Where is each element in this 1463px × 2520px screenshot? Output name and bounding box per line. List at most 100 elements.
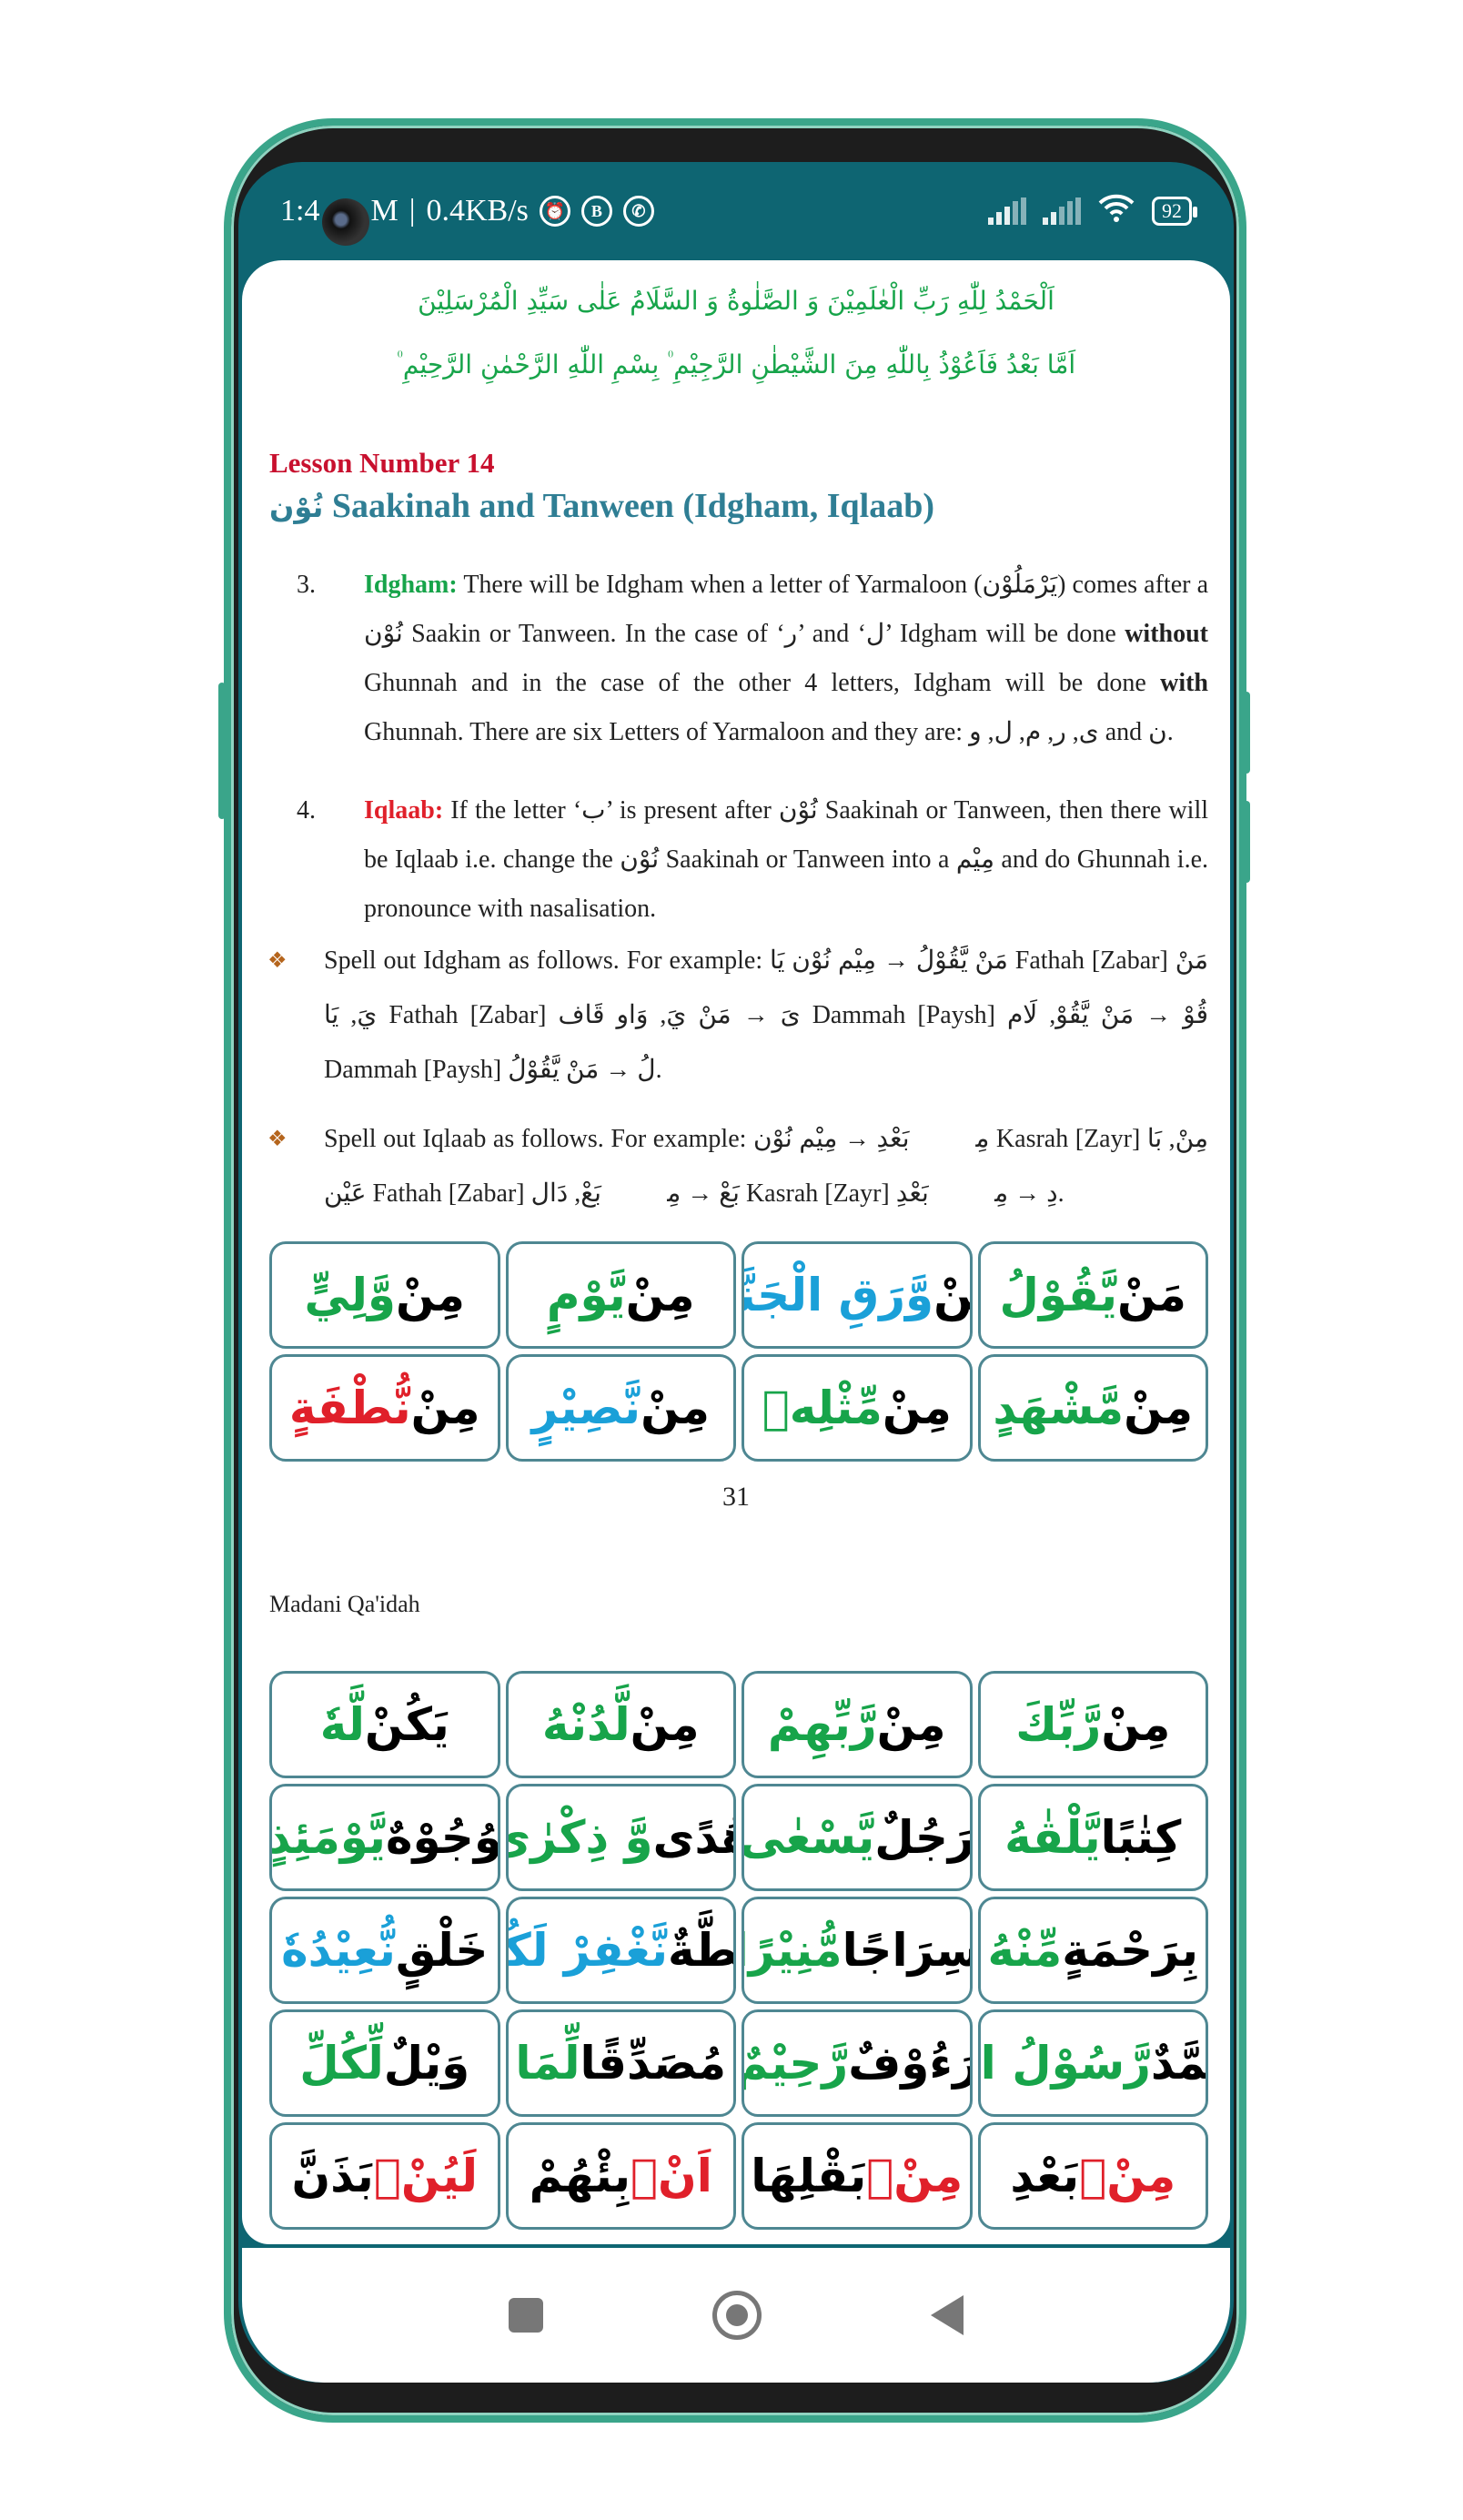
cell-word: مَنْ xyxy=(1117,1269,1186,1321)
grid-cell[interactable]: مُصَدِّقًا لِّمَا xyxy=(505,2009,736,2117)
cell-word: وَيْلٌ xyxy=(383,2037,470,2090)
back-triangle-icon[interactable] xyxy=(931,2295,964,2335)
title-arabic: نُوْن xyxy=(269,490,324,524)
emphasis: with xyxy=(1160,669,1208,697)
cell-word: لَّدُنْهُ xyxy=(541,1698,631,1751)
cell-word: مِنْ xyxy=(1101,1698,1171,1751)
grid-cell[interactable]: مِنْ نَّصِيْرٍ xyxy=(505,1354,736,1462)
cell-word: نَّغْفِرْ لَكُمْ xyxy=(505,1924,668,1977)
cell-word: رَّحِيْمٌ xyxy=(742,2037,849,2090)
alarm-icon: ⏰ xyxy=(539,196,570,227)
cell-word: مِنْ xyxy=(1124,1381,1194,1434)
cell-word: مُّنِيْرًا xyxy=(742,1924,842,1977)
recents-square-icon[interactable] xyxy=(509,2298,543,2333)
paragraph-number: 4. xyxy=(297,796,316,825)
grid-cell[interactable]: مِنْ رَّبِّكَ xyxy=(977,1671,1208,1778)
grid-cell[interactable]: رَجُلٌ يَّسْعٰى xyxy=(742,1784,973,1891)
example-grid-1: مَنْ يَّقُوْلُمِنْ وَّرَقِ الْجَنَّةِمِن… xyxy=(269,1241,1208,1462)
grid-cell[interactable]: مِنْۢ بَقْلِهَا xyxy=(742,2122,973,2230)
grid-cell[interactable]: لَيُنْۢ بَذَنَّ xyxy=(269,2122,500,2230)
cell-word: وُجُوْهٌ xyxy=(385,1811,500,1864)
grid-cell[interactable]: هُدًى وَّ ذِكْرٰى xyxy=(505,1784,736,1891)
grid-cell[interactable]: مَنْ يَّقُوْلُ xyxy=(977,1241,1208,1349)
wifi-icon xyxy=(1097,192,1135,231)
term-idgham: Idgham: xyxy=(364,571,458,599)
phone-side-button xyxy=(218,683,226,819)
grid-cell[interactable]: وُجُوْهٌ يَّوْمَئِذٍ xyxy=(269,1784,500,1891)
bullet-text: Spell out Idgham as follows. For example… xyxy=(324,946,1208,1084)
cell-word: يَّوْمٍ xyxy=(546,1269,626,1321)
cell-word: حِطَّةٌ xyxy=(667,1924,736,1977)
grid-cell[interactable]: كِتٰبًا يَّلْقٰهُ xyxy=(977,1784,1208,1891)
grid-cell[interactable]: مِنْ رَّبِّهِمْ xyxy=(742,1671,973,1778)
title-text: Saakinah and Tanween (Idgham, Iqlaab) xyxy=(331,487,934,525)
signal-icon xyxy=(988,197,1026,225)
grid-cell[interactable]: سِرَاجًا مُّنِيْرًا xyxy=(742,1897,973,2004)
grid-cell[interactable]: رَءُوْفٌ رَّحِيْمٌ xyxy=(742,2009,973,2117)
whatsapp-icon: ✆ xyxy=(622,196,654,227)
screen: 1:4 M | 0.4KB/s ⏰ B ✆ 92 اَلْحَمْدُ لِلّٰ… xyxy=(238,162,1234,2383)
page-number: 31 xyxy=(722,1482,750,1512)
network-speed: 0.4KB/s xyxy=(426,194,529,228)
cell-word: رَّبِّهِمْ xyxy=(767,1698,877,1751)
cell-word: اَنْۢ xyxy=(631,2150,712,2202)
cell-word: لَيُنْۢ xyxy=(373,2150,479,2202)
grid-cell[interactable]: يَكُنْ لَّهٗ xyxy=(269,1671,500,1778)
grid-cell[interactable]: مِنْۢ بَعْدِ xyxy=(977,2122,1208,2230)
cell-word: رَجُلٌ xyxy=(874,1811,973,1864)
grid-cell[interactable]: مِنْ وَّلِيٍّ xyxy=(269,1241,500,1349)
cell-word: يَكُنْ xyxy=(364,1698,449,1751)
cell-word: لَّهٗ xyxy=(319,1698,365,1751)
grid-cell[interactable]: مِنْ مَّشْهَدٍ xyxy=(977,1354,1208,1462)
page-content[interactable]: اَلْحَمْدُ لِلّٰهِ رَبِّ الْعٰلَمِيْنَ و… xyxy=(242,260,1230,2244)
cell-word: مِنْ xyxy=(625,1269,695,1321)
grid-cell[interactable]: مِنْ نُّطْفَةٍ xyxy=(269,1354,500,1462)
cell-word: مُصَدِّقًا xyxy=(580,2037,727,2090)
book-label: Madani Qa'idah xyxy=(269,1591,420,1617)
cell-word: مَّشْهَدٍ xyxy=(993,1381,1125,1434)
cell-word: مِنْ xyxy=(933,1269,973,1321)
grid-cell[interactable]: خَلْقٍ نُّعِيْدُهٗ xyxy=(269,1897,500,2004)
paragraph-idgham: 3. Idgham: There will be Idgham when a l… xyxy=(297,561,1208,757)
home-circle-icon[interactable] xyxy=(712,2291,762,2340)
cell-word: مِنْ xyxy=(641,1381,711,1434)
bullet-idgham: ❖ Spell out Idgham as follows. For examp… xyxy=(267,934,1208,1098)
cell-word: يَّقُوْلُ xyxy=(999,1269,1118,1321)
battery-icon: 92 xyxy=(1152,197,1197,226)
cell-word: كِتٰبًا xyxy=(1100,1811,1182,1864)
clock-suffix: M xyxy=(370,194,399,228)
cell-word: سِرَاجًا xyxy=(842,1924,973,1977)
cell-word: مِّثْلِهٖ xyxy=(762,1381,883,1434)
cell-word: يَّوْمَئِذٍ xyxy=(269,1811,386,1864)
cell-word: مِنْ xyxy=(882,1381,952,1434)
cell-word: نُّطْفَةٍ xyxy=(288,1381,411,1434)
grid-cell[interactable]: مِنْ يَّوْمٍ xyxy=(505,1241,736,1349)
navigation-bar xyxy=(242,2248,1230,2383)
grid-cell[interactable]: بِرَحْمَةٍ مِّنْهُ xyxy=(977,1897,1208,2004)
emphasis: without xyxy=(1125,620,1208,648)
grid-cell[interactable]: حِطَّةٌ نَّغْفِرْ لَكُمْ xyxy=(505,1897,736,2004)
cell-word: بَقْلِهَا xyxy=(751,2150,867,2202)
grid-cell[interactable]: اَنْۢ بِئْهُمْ xyxy=(505,2122,736,2230)
lesson-number: Lesson Number 14 xyxy=(269,447,495,479)
volume-up-button xyxy=(1243,692,1250,774)
cell-word: لِّكُلِّ xyxy=(299,2037,384,2090)
grid-cell[interactable]: وَيْلٌ لِّكُلِّ xyxy=(269,2009,500,2117)
grid-cell[interactable]: مُحَمَّدٌ رَّسُوْلُ اللّٰهِ xyxy=(977,2009,1208,2117)
term-iqlaab: Iqlaab: xyxy=(364,796,444,825)
grid-cell[interactable]: مِنْ مِّثْلِهٖ xyxy=(742,1354,973,1462)
cell-word: بَعْدِ xyxy=(1010,2150,1080,2202)
status-bar: 1:4 M | 0.4KB/s ⏰ B ✆ 92 xyxy=(238,162,1234,260)
grid-cell[interactable]: مِنْ وَّرَقِ الْجَنَّةِ xyxy=(742,1241,973,1349)
cell-word: رَّسُوْلُ اللّٰهِ xyxy=(980,2037,1151,2090)
diamond-bullet-icon: ❖ xyxy=(267,949,288,973)
cell-word: نُّعِيْدُهٗ xyxy=(281,1924,396,1977)
example-grid-2: مِنْ رَّبِّكَ مِنْ رَّبِّهِمْ مِنْ لَّدُنْ… xyxy=(269,1671,1208,2230)
page-title: نُوْن Saakinah and Tanween (Idgham, Iqla… xyxy=(269,486,934,526)
cell-word: مِّنْهُ xyxy=(987,1924,1063,1977)
cell-word: بِرَحْمَةٍ xyxy=(1062,1924,1198,1977)
cell-word: لِّمَا xyxy=(515,2037,580,2090)
grid-cell[interactable]: مِنْ لَّدُنْهُ xyxy=(505,1671,736,1778)
bismillah-line-2: اَمَّا بَعْدُ فَاَعُوْذُ بِاللّٰهِ مِنَ … xyxy=(396,349,1076,380)
bullet-iqlaab: ❖ Spell out Iqlaab as follows. For examp… xyxy=(267,1112,1208,1221)
